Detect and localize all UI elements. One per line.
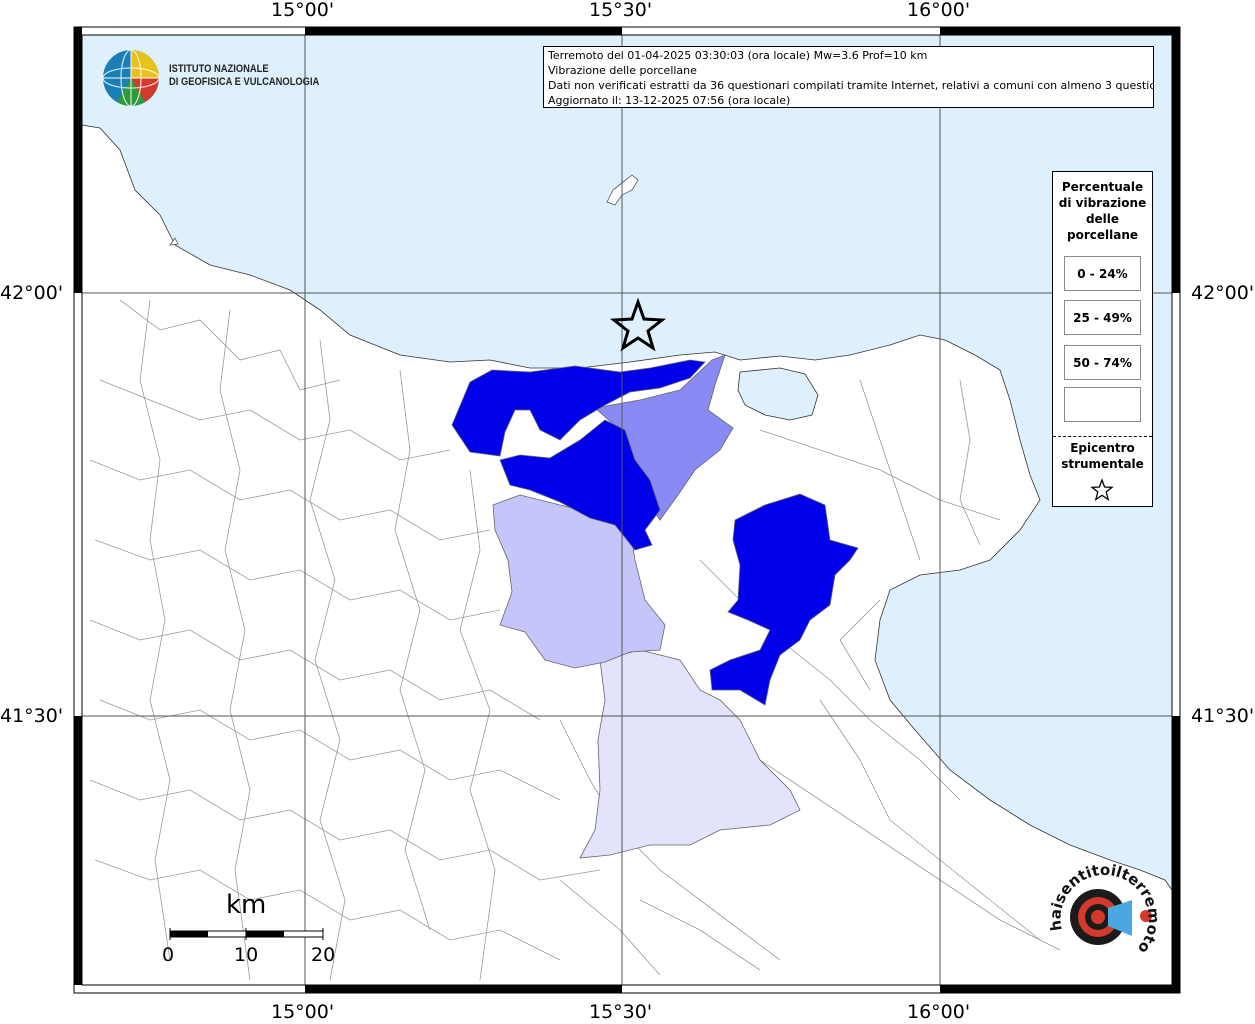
scale-unit: km bbox=[226, 890, 267, 920]
megaphone-target-icon: haisentitoilterremoto.it bbox=[1040, 850, 1163, 957]
scale-tick-0: 0 bbox=[162, 944, 175, 966]
legend-label-0-24: 0 - 24% bbox=[1077, 266, 1128, 281]
legend-title-line3: delle bbox=[1085, 212, 1120, 226]
event-info-line2: Vibrazione delle porcellane bbox=[548, 64, 697, 77]
star-outline-icon bbox=[1090, 478, 1114, 502]
legend-swatch-50-74: 50 - 74% bbox=[1064, 345, 1141, 380]
top-label-15-30: 15°30' bbox=[589, 0, 653, 21]
left-label-42-00: 42°00' bbox=[0, 282, 64, 304]
legend-divider bbox=[1053, 436, 1152, 437]
right-label-42-00: 42°00' bbox=[1191, 282, 1255, 304]
legend-title-line1: Percentuale bbox=[1061, 180, 1144, 194]
bottom-label-15-30: 15°30' bbox=[589, 1001, 653, 1023]
event-info-box: Terremoto del 01-04-2025 03:30:03 (ora l… bbox=[543, 46, 1154, 108]
legend: Percentuale di vibrazione delle porcella… bbox=[1052, 171, 1153, 507]
scale-tick-20: 20 bbox=[311, 944, 336, 966]
top-label-15-00: 15°00' bbox=[271, 0, 335, 21]
legend-label-50-74: 50 - 74% bbox=[1073, 355, 1132, 370]
event-info-line4: Aggiornato il: 13-12-2025 07:56 (ora loc… bbox=[548, 94, 791, 107]
legend-epicenter-title: Epicentro strumentale bbox=[1053, 440, 1152, 472]
scale-tick-10: 10 bbox=[234, 944, 259, 966]
right-label-41-30: 41°30' bbox=[1191, 705, 1255, 727]
ingv-logo-icon bbox=[102, 49, 160, 107]
legend-epicenter-line1: Epicentro bbox=[1070, 441, 1135, 455]
left-label-41-30: 41°30' bbox=[0, 705, 64, 727]
legend-swatch-0-24: 0 - 24% bbox=[1064, 256, 1141, 291]
institute-name: ISTITUTO NAZIONALE DI GEOFISICA E VULCAN… bbox=[169, 63, 319, 89]
legend-label-75-100: 75 - 100% bbox=[1068, 397, 1137, 412]
legend-title-line2: di vibrazione bbox=[1058, 196, 1147, 210]
institute-name-line2: DI GEOFISICA E VULCANOLOGIA bbox=[169, 76, 320, 88]
legend-epicenter-line2: strumentale bbox=[1061, 457, 1144, 471]
legend-title-line4: porcellane bbox=[1066, 228, 1138, 242]
legend-swatch-25-49: 25 - 49% bbox=[1064, 300, 1141, 335]
bottom-label-16-00: 16°00' bbox=[907, 1001, 971, 1023]
bottom-label-15-00: 15°00' bbox=[271, 1001, 335, 1023]
legend-swatch-75-100: 75 - 100% bbox=[1064, 387, 1141, 422]
top-label-16-00: 16°00' bbox=[907, 0, 971, 21]
event-info-line1: Terremoto del 01-04-2025 03:30:03 (ora l… bbox=[548, 49, 928, 62]
institute-name-line1: ISTITUTO NAZIONALE bbox=[169, 63, 269, 75]
legend-label-25-49: 25 - 49% bbox=[1073, 310, 1132, 325]
legend-title: Percentuale di vibrazione delle porcella… bbox=[1053, 179, 1152, 243]
event-info-line3: Dati non verificati estratti da 36 quest… bbox=[548, 79, 1154, 92]
